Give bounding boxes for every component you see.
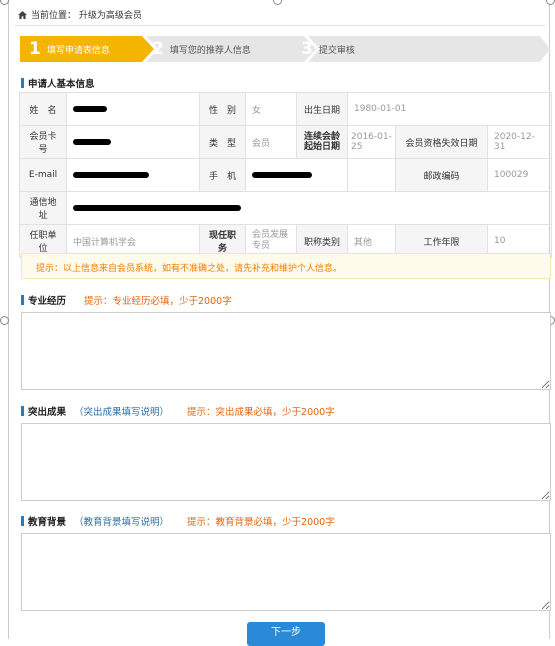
address-value	[65, 191, 553, 225]
achievements-textarea[interactable]	[21, 423, 551, 501]
divider	[15, 25, 545, 26]
education-hint: 提示：教育背景必填，少于2000字	[187, 517, 335, 528]
step-number: 1	[29, 39, 41, 59]
type-label: 类 型	[199, 125, 246, 159]
cont-start-label: 连续会龄起始日期	[296, 125, 348, 159]
card-label: 会员卡号	[19, 125, 67, 159]
heading-bar	[21, 78, 24, 88]
redacted	[73, 171, 149, 178]
table-row: 通信地址	[19, 191, 553, 225]
expire-value: 2020-12-31	[486, 125, 553, 159]
redacted	[73, 204, 241, 211]
achievements-hint: 提示：突出成果必填，少于2000字	[187, 407, 335, 418]
step-3: 3 提交审核	[301, 36, 355, 62]
next-button[interactable]: 下一步	[247, 622, 325, 646]
achievements-help-link[interactable]: （突出成果填写说明）	[74, 407, 169, 418]
achievements-heading: 突出成果 （突出成果填写说明） 提示：突出成果必填，少于2000字	[21, 404, 335, 418]
step-2: 2 填写您的推荐人信息	[152, 36, 251, 62]
step-progress: 1 填写申请表信息 2 填写您的推荐人信息 3 提交审核	[20, 36, 550, 62]
zip-label: 邮政编码	[395, 158, 488, 192]
cont-start-value: 2016-01-25	[347, 125, 396, 159]
phone-label: 手 机	[199, 158, 246, 192]
step-number: 2	[152, 39, 164, 59]
home-icon	[18, 11, 27, 19]
resize-handle[interactable]	[0, 316, 9, 325]
table-row: 会员卡号 类 型 会员 连续会龄起始日期 2016-01-25 会员资格失效日期…	[19, 125, 553, 159]
heading-bar	[21, 406, 24, 416]
breadcrumb: 当前位置： 升级为高级会员	[18, 8, 142, 21]
card-value	[66, 125, 200, 159]
step-1: 1 填写申请表信息	[29, 36, 110, 62]
redacted	[252, 171, 312, 178]
birth-value: 1980-01-01	[346, 92, 553, 126]
empty-cell	[347, 158, 396, 192]
birth-label: 出生日期	[296, 92, 348, 126]
experience-hint: 提示：专业经历必填，少于2000字	[84, 296, 232, 307]
info-tip: 提示：以上信息来自会员系统，如有不准确之处，请先补充和维护个人信息。	[21, 253, 551, 279]
heading-bar	[21, 295, 24, 305]
redacted	[73, 138, 111, 145]
step-number: 3	[301, 39, 313, 59]
step-label: 提交审核	[318, 45, 355, 56]
experience-textarea[interactable]	[21, 312, 551, 390]
name-value	[66, 92, 200, 126]
redacted	[73, 105, 107, 112]
education-help-link[interactable]: （教育背景填写说明）	[74, 517, 169, 528]
email-value	[66, 158, 200, 192]
gender-value: 女	[245, 92, 297, 126]
phone-value	[245, 158, 348, 192]
basic-info-table: 姓 名 性 别 女 出生日期 1980-01-01 会员卡号 类 型 会员 连续…	[19, 92, 553, 258]
gender-label: 性 别	[199, 92, 246, 126]
basic-info-heading: 申请人基本信息	[21, 76, 95, 90]
heading-bar	[21, 516, 24, 526]
email-label: E-mail	[19, 158, 67, 192]
expire-label: 会员资格失效日期	[395, 125, 488, 159]
breadcrumb-label: 当前位置：	[31, 11, 77, 21]
name-label: 姓 名	[19, 92, 67, 126]
resize-handle[interactable]	[546, 0, 555, 5]
address-label: 通信地址	[19, 191, 67, 225]
step-label: 填写您的推荐人信息	[169, 45, 251, 56]
step-label: 填写申请表信息	[46, 45, 110, 56]
breadcrumb-current: 升级为高级会员	[78, 11, 142, 21]
table-row: 姓 名 性 别 女 出生日期 1980-01-01	[19, 92, 553, 126]
table-row: E-mail 手 机 邮政编码 100029	[19, 158, 553, 192]
experience-heading: 专业经历 提示：专业经历必填，少于2000字	[21, 293, 232, 307]
zip-value: 100029	[486, 158, 553, 192]
education-heading: 教育背景 （教育背景填写说明） 提示：教育背景必填，少于2000字	[21, 514, 335, 528]
type-value: 会员	[245, 125, 297, 159]
education-textarea[interactable]	[21, 533, 551, 611]
